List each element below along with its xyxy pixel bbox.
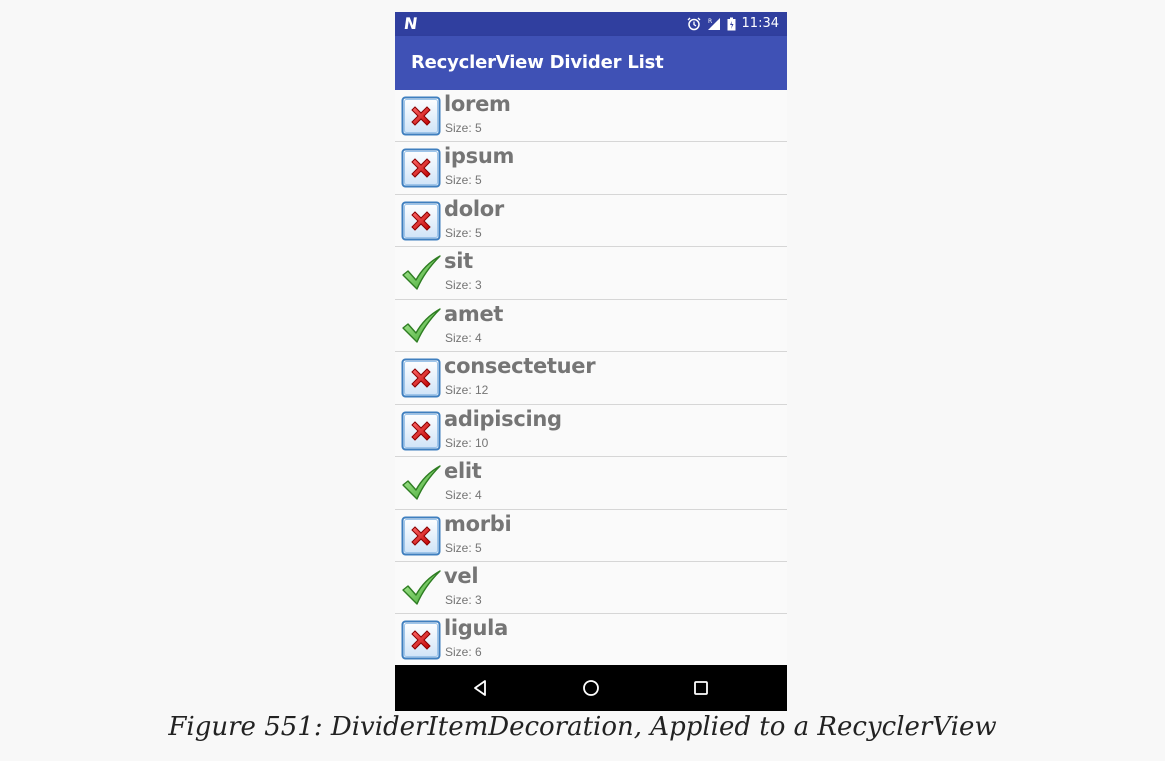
- status-time: 11:34: [741, 16, 779, 31]
- check-icon: [401, 253, 441, 293]
- item-word: amet: [444, 301, 504, 326]
- item-word: sit: [444, 249, 473, 274]
- navigation-bar: [395, 665, 787, 711]
- list-item[interactable]: amet Size: 4: [395, 299, 787, 353]
- item-size: Size: 12: [445, 383, 489, 398]
- list-item[interactable]: sit Size: 3: [395, 247, 787, 300]
- app-bar: RecyclerView Divider List: [395, 36, 787, 90]
- item-word: ipsum: [444, 144, 515, 169]
- cross-icon: [401, 201, 441, 241]
- cross-icon: [401, 148, 441, 188]
- item-word: morbi: [444, 511, 512, 536]
- cross-icon: [401, 96, 441, 136]
- back-icon[interactable]: [468, 676, 492, 700]
- item-size: Size: 6: [445, 645, 482, 660]
- item-word: lorem: [444, 92, 511, 116]
- list-item[interactable]: morbi Size: 5: [395, 509, 787, 562]
- item-word: dolor: [444, 196, 504, 221]
- list-item[interactable]: consectetuer Size: 12: [395, 352, 787, 405]
- list-item[interactable]: vel Size: 3: [395, 561, 787, 615]
- check-icon: [401, 463, 441, 503]
- signal-icon: R: [707, 18, 720, 30]
- cross-icon: [401, 516, 441, 556]
- item-size: Size: 3: [445, 592, 482, 607]
- item-size: Size: 5: [445, 121, 482, 135]
- battery-icon: [727, 17, 736, 31]
- recycler-list[interactable]: lorem Size: 5 ipsum Size: 5 dolor Size: …: [395, 90, 787, 667]
- item-size: Size: 5: [445, 540, 482, 555]
- list-item[interactable]: lorem Size: 5: [395, 90, 787, 143]
- item-word: adipiscing: [444, 406, 562, 431]
- list-item[interactable]: dolor Size: 5: [395, 194, 787, 248]
- item-size: Size: 10: [445, 435, 489, 450]
- list-item[interactable]: ligula Size: 6: [395, 614, 787, 667]
- cross-icon: [401, 411, 441, 451]
- n-notification-icon: N: [402, 14, 419, 33]
- cross-icon: [401, 358, 441, 398]
- item-size: Size: 5: [445, 225, 482, 240]
- app-title: RecyclerView Divider List: [411, 52, 664, 73]
- phone-screen: N R 11:34 RecyclerView Divider List lore…: [395, 12, 787, 711]
- svg-text:R: R: [708, 18, 712, 25]
- item-word: vel: [444, 563, 479, 588]
- list-item[interactable]: elit Size: 4: [395, 457, 787, 510]
- item-size: Size: 3: [445, 278, 482, 293]
- list-item[interactable]: adipiscing Size: 10: [395, 404, 787, 458]
- alarm-icon: [687, 17, 700, 31]
- item-word: ligula: [444, 616, 508, 641]
- item-word: elit: [444, 459, 482, 484]
- status-bar: N R 11:34: [395, 12, 787, 36]
- status-icons: R 11:34: [687, 16, 779, 32]
- item-word: consectetuer: [444, 354, 596, 379]
- list-item[interactable]: ipsum Size: 5: [395, 142, 787, 195]
- cross-icon: [401, 620, 441, 660]
- item-size: Size: 5: [445, 173, 482, 188]
- home-icon[interactable]: [579, 676, 603, 700]
- recents-icon[interactable]: [689, 676, 713, 700]
- check-icon: [401, 568, 441, 608]
- check-icon: [401, 306, 441, 346]
- item-size: Size: 4: [445, 330, 482, 345]
- item-size: Size: 4: [445, 488, 482, 503]
- figure-caption: Figure 551: DividerItemDecoration, Appli…: [168, 712, 997, 742]
